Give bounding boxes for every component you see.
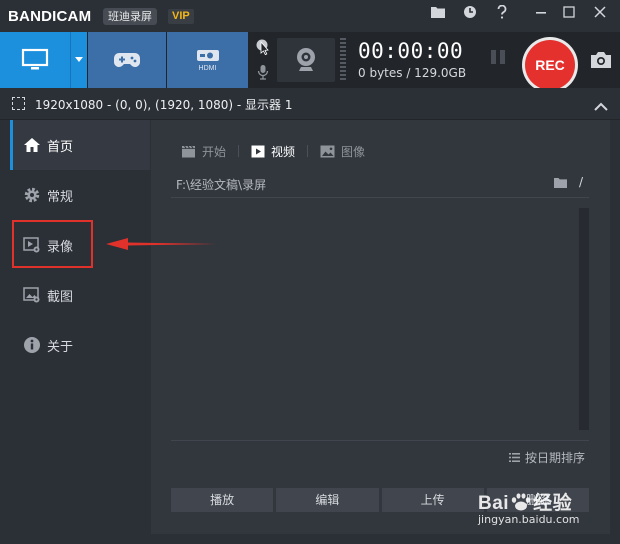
home-panel: 开始 视频 图像 F:\经验文稿\录屏 / 按日期排序 播放 编辑 上传 删除 [151, 120, 610, 534]
gear-icon [24, 187, 40, 203]
minimize-icon[interactable] [531, 5, 551, 25]
info-icon [24, 337, 40, 353]
output-path: F:\经验文稿\录屏 [176, 178, 267, 192]
sidebar: 首页 常规 录像 截图 关于 [10, 120, 150, 534]
camera-icon [591, 52, 611, 68]
recording-target-bar: 1920x1080 - (0, 0), (1920, 1080) - 显示器 1 [0, 88, 620, 120]
sidebar-item-home[interactable]: 首页 [10, 120, 150, 170]
image-settings-icon [23, 287, 40, 303]
rec-label: REC [525, 40, 575, 90]
vip-badge[interactable]: VIP [168, 9, 194, 24]
watermark-brand: Bai 经验 [478, 493, 573, 514]
chevron-up-icon [594, 102, 608, 111]
paw-icon [511, 493, 531, 511]
file-list-scrollbar[interactable] [579, 208, 589, 430]
sort-by-date-button[interactable]: 按日期排序 [508, 449, 585, 466]
tab-video[interactable]: 视频 [239, 140, 307, 162]
microphone-icon [257, 65, 269, 80]
sidebar-item-label: 关于 [47, 339, 74, 355]
game-mode-button[interactable] [88, 32, 166, 88]
path-root-indicator: / [578, 175, 583, 189]
audio-level-meter [340, 38, 346, 82]
output-path-bar[interactable]: F:\经验文稿\录屏 / [171, 170, 589, 198]
webcam-button[interactable] [277, 38, 335, 82]
bandicam-logo: BANDICAM [8, 8, 92, 25]
clapperboard-icon [182, 145, 195, 157]
help-icon[interactable] [492, 4, 512, 25]
home-tabs: 开始 视频 图像 [169, 140, 377, 162]
cursor-icon [256, 39, 269, 56]
tab-start[interactable]: 开始 [169, 140, 238, 162]
chevron-down-icon [75, 57, 83, 62]
device-mode-button[interactable]: HDMI [167, 32, 248, 88]
screen-mode-dropdown[interactable] [70, 32, 87, 88]
upload-button[interactable]: 上传 [381, 488, 484, 512]
sidebar-item-label: 常规 [47, 189, 74, 205]
play-icon [251, 145, 265, 157]
recording-timer: 00:00:00 [358, 39, 464, 63]
list-icon [508, 453, 520, 462]
file-list[interactable] [171, 198, 589, 440]
folder-icon[interactable] [554, 177, 567, 188]
close-icon[interactable] [590, 5, 610, 25]
hdmi-label: HDMI [198, 65, 217, 72]
annotation-highlight-box [12, 220, 93, 268]
maximize-icon[interactable] [559, 5, 579, 25]
annotation-arrow [106, 238, 216, 250]
clock-icon[interactable] [460, 5, 480, 25]
sidebar-item-about[interactable]: 关于 [10, 320, 150, 370]
tab-label: 图像 [341, 144, 366, 159]
gamepad-icon [114, 53, 140, 67]
image-icon [320, 145, 335, 157]
collapse-button[interactable] [594, 97, 608, 111]
monitor-icon [21, 48, 49, 70]
sort-bar: 按日期排序 [171, 440, 589, 470]
rec-button[interactable]: REC [522, 37, 578, 93]
cursor-effect-button[interactable] [252, 36, 274, 60]
screen-mode-button[interactable] [0, 32, 70, 88]
baidu-jingyan-watermark: Bai 经验 jingyan.baidu.com [470, 478, 610, 534]
recording-target-text: 1920x1080 - (0, 0), (1920, 1080) - 显示器 1 [35, 98, 293, 112]
selection-area-icon [12, 97, 25, 110]
title-bar: BANDICAM 班迪录屏 VIP [0, 0, 620, 32]
folder-icon[interactable] [428, 5, 448, 25]
toolbar: HDMI 00:00:00 0 bytes / 129.0GB REC [0, 32, 620, 93]
pause-button[interactable] [488, 50, 508, 70]
edition-badge: 班迪录屏 [103, 8, 157, 25]
play-button[interactable]: 播放 [171, 488, 274, 512]
edit-button[interactable]: 编辑 [276, 488, 379, 512]
home-icon [24, 138, 40, 152]
file-size-readout: 0 bytes / 129.0GB [358, 66, 467, 80]
sidebar-item-general[interactable]: 常规 [10, 170, 150, 220]
sidebar-item-label: 截图 [47, 289, 74, 305]
sidebar-item-screenshot[interactable]: 截图 [10, 270, 150, 320]
tab-image[interactable]: 图像 [308, 140, 377, 162]
screenshot-button[interactable] [590, 51, 612, 69]
sidebar-item-label: 首页 [47, 139, 74, 155]
webcam-icon [297, 48, 315, 71]
sort-label: 按日期排序 [524, 451, 585, 465]
microphone-button[interactable] [252, 60, 274, 84]
tab-label: 开始 [202, 144, 227, 159]
tab-label: 视频 [271, 144, 296, 159]
watermark-url: jingyan.baidu.com [478, 513, 580, 526]
